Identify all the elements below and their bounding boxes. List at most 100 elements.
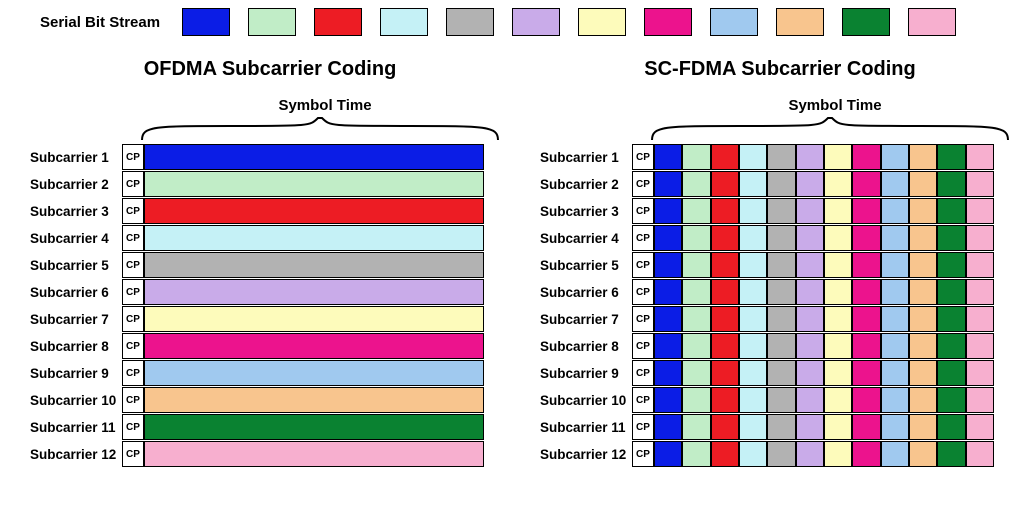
data-cell <box>909 171 937 197</box>
data-cell <box>767 306 795 332</box>
subcarrier-label: Subcarrier 5 <box>540 258 632 273</box>
data-cell <box>937 360 965 386</box>
data-cell <box>937 252 965 278</box>
subcarrier-label: Subcarrier 3 <box>540 204 632 219</box>
data-cell <box>909 225 937 251</box>
data-cell <box>966 414 994 440</box>
data-cell <box>682 414 710 440</box>
subcarrier-row: Subcarrier 12CP <box>540 441 1020 467</box>
data-cell <box>881 198 909 224</box>
data-cell <box>852 144 880 170</box>
data-cell <box>909 333 937 359</box>
subcarrier-row: Subcarrier 7CP <box>540 306 1020 332</box>
data-cells <box>654 144 994 170</box>
header-swatches <box>182 8 956 36</box>
data-cell <box>881 333 909 359</box>
data-cell <box>144 333 484 359</box>
data-cells <box>144 414 484 440</box>
subcarrier-row: Subcarrier 1CP <box>30 144 510 170</box>
data-cell <box>881 414 909 440</box>
data-cells <box>144 387 484 413</box>
data-cell <box>966 171 994 197</box>
subcarrier-row: Subcarrier 11CP <box>540 414 1020 440</box>
bitstream-color-10 <box>776 8 824 36</box>
data-cell <box>909 441 937 467</box>
subcarrier-row: Subcarrier 3CP <box>30 198 510 224</box>
data-cell <box>937 171 965 197</box>
data-cell <box>937 198 965 224</box>
cp-cell: CP <box>122 414 144 440</box>
subcarrier-row: Subcarrier 7CP <box>30 306 510 332</box>
data-cell <box>909 360 937 386</box>
data-cell <box>767 414 795 440</box>
data-cell <box>909 144 937 170</box>
subcarrier-label: Subcarrier 10 <box>30 393 122 408</box>
data-cell <box>739 333 767 359</box>
panels: OFDMA Subcarrier Coding Symbol Time Subc… <box>30 58 1004 467</box>
data-cell <box>824 252 852 278</box>
data-cell <box>739 306 767 332</box>
data-cell <box>682 252 710 278</box>
data-cell <box>767 252 795 278</box>
data-cell <box>796 198 824 224</box>
subcarrier-label: Subcarrier 5 <box>30 258 122 273</box>
data-cell <box>739 414 767 440</box>
data-cell <box>144 144 484 170</box>
data-cell <box>796 387 824 413</box>
diagram-root: Serial Bit Stream OFDMA Subcarrier Codin… <box>0 0 1024 530</box>
data-cells <box>144 279 484 305</box>
subcarrier-label: Subcarrier 6 <box>540 285 632 300</box>
panel-scfdma-title: SC-FDMA Subcarrier Coding <box>540 58 1020 81</box>
data-cell <box>682 144 710 170</box>
data-cell <box>654 306 682 332</box>
data-cell <box>767 279 795 305</box>
curly-brace-icon <box>650 116 1010 142</box>
data-cell <box>909 387 937 413</box>
data-cells <box>654 387 994 413</box>
data-cell <box>937 414 965 440</box>
data-cell <box>767 387 795 413</box>
data-cell <box>739 171 767 197</box>
data-cell <box>739 441 767 467</box>
subcarrier-label: Subcarrier 8 <box>30 339 122 354</box>
data-cell <box>711 144 739 170</box>
data-cells <box>144 441 484 467</box>
data-cells <box>144 171 484 197</box>
cp-cell: CP <box>632 198 654 224</box>
data-cell <box>682 279 710 305</box>
data-cell <box>937 333 965 359</box>
data-cell <box>824 360 852 386</box>
subcarrier-row: Subcarrier 12CP <box>30 441 510 467</box>
data-cell <box>711 441 739 467</box>
cp-cell: CP <box>122 198 144 224</box>
data-cell <box>739 360 767 386</box>
data-cell <box>654 441 682 467</box>
data-cell <box>852 333 880 359</box>
data-cell <box>824 171 852 197</box>
data-cell <box>767 333 795 359</box>
bitstream-color-2 <box>248 8 296 36</box>
cp-cell: CP <box>632 441 654 467</box>
data-cells <box>654 198 994 224</box>
data-cell <box>739 198 767 224</box>
data-cell <box>711 225 739 251</box>
subcarrier-label: Subcarrier 1 <box>540 150 632 165</box>
data-cells <box>654 225 994 251</box>
subcarrier-label: Subcarrier 10 <box>540 393 632 408</box>
data-cell <box>824 279 852 305</box>
data-cells <box>144 198 484 224</box>
subcarrier-label: Subcarrier 7 <box>540 312 632 327</box>
panel-scfdma: SC-FDMA Subcarrier Coding Symbol Time Su… <box>540 58 1020 467</box>
data-cell <box>881 360 909 386</box>
data-cell <box>937 144 965 170</box>
cp-cell: CP <box>632 360 654 386</box>
subcarrier-label: Subcarrier 12 <box>30 447 122 462</box>
data-cell <box>767 198 795 224</box>
data-cell <box>711 198 739 224</box>
data-cell <box>966 225 994 251</box>
cp-cell: CP <box>122 279 144 305</box>
data-cell <box>682 198 710 224</box>
data-cell <box>852 198 880 224</box>
data-cell <box>966 387 994 413</box>
data-cell <box>654 360 682 386</box>
